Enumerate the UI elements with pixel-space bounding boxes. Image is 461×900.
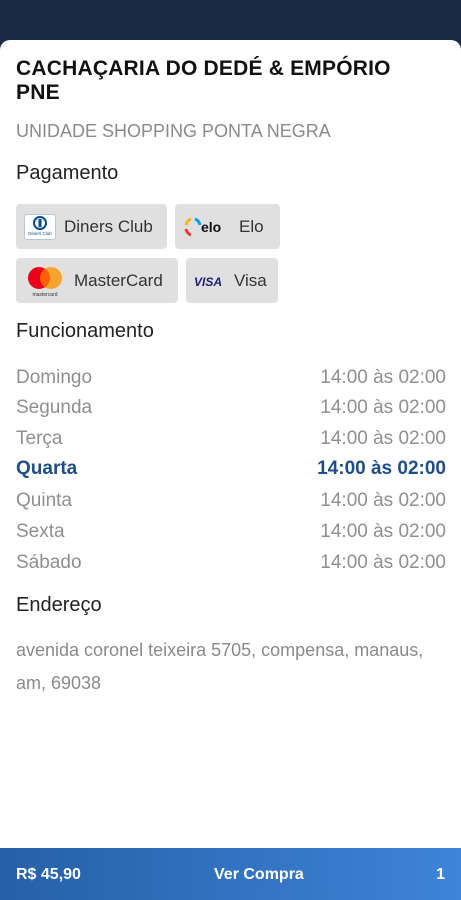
hours-day: Sexta [16, 521, 65, 542]
hours-row-quarta-current: Quarta 14:00 às 02:00 [16, 458, 446, 480]
cart-item-count: 1 [436, 866, 445, 883]
diners-logo-text: Diners Club [28, 231, 52, 236]
visa-logo-text: VISA [194, 275, 222, 288]
payment-chip-mastercard: mastercard MasterCard [16, 258, 178, 303]
store-unit: UNIDADE SHOPPING PONTA NEGRA [16, 121, 331, 141]
hours-time: 14:00 às 02:00 [320, 552, 446, 573]
payment-label-elo: Elo [239, 216, 264, 236]
hours-row-sabado: Sábado 14:00 às 02:00 [16, 552, 446, 574]
hours-row-quinta: Quinta 14:00 às 02:00 [16, 490, 446, 512]
hours-row-domingo: Domingo 14:00 às 02:00 [16, 367, 446, 389]
mastercard-icon: mastercard [24, 264, 66, 298]
hours-heading: Funcionamento [16, 320, 154, 342]
diners-club-icon: Diners Club [24, 213, 56, 240]
hours-day: Domingo [16, 367, 93, 388]
hours-day: Sábado [16, 552, 82, 573]
hours-time: 14:00 às 02:00 [320, 521, 446, 542]
payment-chip-diners: Diners Club Diners Club [16, 204, 167, 249]
payment-label-mastercard: MasterCard [74, 270, 163, 290]
elo-logo-text: elo [201, 219, 221, 235]
view-purchase-button[interactable]: Ver Compra [214, 866, 304, 884]
cart-total: R$ 45,90 [16, 866, 81, 883]
hours-time: 14:00 às 02:00 [320, 397, 446, 418]
hours-day: Quinta [16, 490, 72, 511]
hours-day: Segunda [16, 397, 93, 418]
address-heading: Endereço [16, 594, 102, 616]
payment-label-visa: Visa [234, 270, 267, 290]
payment-chip-visa: VISA Visa [186, 258, 278, 303]
hours-time: 14:00 às 02:00 [320, 367, 446, 388]
cart-bar[interactable]: R$ 45,90 Ver Compra 1 [0, 848, 461, 900]
payment-chip-elo: elo Elo [175, 204, 280, 249]
hours-time: 14:00 às 02:00 [317, 458, 446, 479]
hours-row-segunda: Segunda 14:00 às 02:00 [16, 397, 446, 419]
hours-row-terca: Terça 14:00 às 02:00 [16, 428, 446, 450]
hours-day: Terça [16, 428, 63, 449]
address-text: avenida coronel teixeira 5705, compensa,… [16, 640, 424, 693]
status-bar [0, 0, 461, 40]
store-title: CACHAÇARIA DO DEDÉ & EMPÓRIO PNE [16, 57, 391, 104]
hours-time: 14:00 às 02:00 [320, 490, 446, 511]
hours-day: Quarta [16, 458, 78, 479]
payment-heading: Pagamento [16, 162, 119, 184]
hours-row-sexta: Sexta 14:00 às 02:00 [16, 521, 446, 543]
visa-icon: VISA [194, 274, 226, 288]
store-details-sheet: CACHAÇARIA DO DEDÉ & EMPÓRIO PNE UNIDADE… [0, 40, 461, 848]
elo-icon: elo [183, 216, 231, 238]
hours-time: 14:00 às 02:00 [320, 428, 446, 449]
mastercard-logo-text: mastercard [32, 292, 57, 298]
payment-label-diners: Diners Club [64, 216, 153, 236]
